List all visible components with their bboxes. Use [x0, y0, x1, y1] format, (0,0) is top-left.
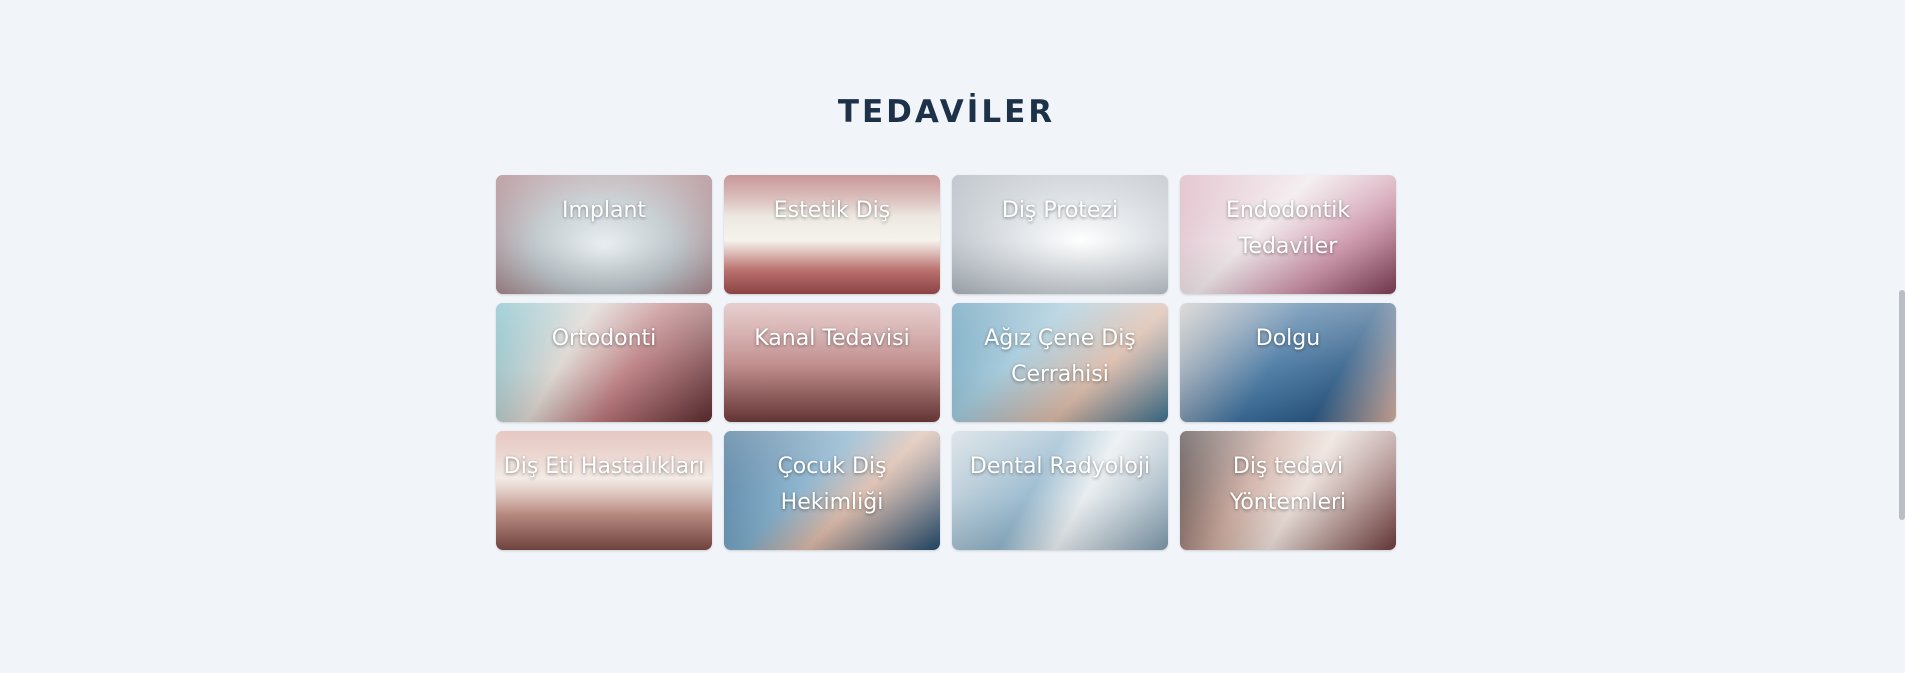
treatment-card-estetik-dis[interactable]: Estetik Diş: [724, 175, 940, 294]
treatment-label: Estetik Diş: [773, 198, 891, 223]
page: TEDAVİLER Implant Estetik Diş Diş Protez…: [0, 0, 1905, 673]
treatment-label: Diş tedavi Yöntemleri: [1229, 454, 1347, 515]
treatment-label: Ortodonti: [551, 326, 657, 351]
treatment-card-dis-tedavi-yontemleri[interactable]: Diş tedavi Yöntemleri: [1180, 431, 1396, 550]
treatment-label: Kanal Tedavisi: [754, 326, 910, 351]
treatment-card-kanal-tedavisi[interactable]: Kanal Tedavisi: [724, 303, 940, 422]
treatment-card-ortodonti[interactable]: Ortodonti: [496, 303, 712, 422]
treatment-card-agiz-cene-dis-cerrahisi[interactable]: Ağız Çene Diş Cerrahisi: [952, 303, 1168, 422]
treatment-label: Endodontik Tedaviler: [1225, 198, 1351, 259]
treatment-card-dental-radyoloji[interactable]: Dental Radyoloji: [952, 431, 1168, 550]
treatment-label: Diş Protezi: [1001, 198, 1119, 223]
treatment-card-endodontik-tedaviler[interactable]: Endodontik Tedaviler: [1180, 175, 1396, 294]
treatment-label: Ağız Çene Diş Cerrahisi: [984, 326, 1136, 387]
treatment-label: Çocuk Diş Hekimliği: [777, 454, 887, 515]
page-scrollbar[interactable]: [1899, 0, 1905, 673]
scrollbar-thumb[interactable]: [1899, 290, 1905, 520]
treatment-label: Dolgu: [1255, 326, 1321, 351]
treatments-grid: Implant Estetik Diş Diş Protezi Endodont…: [496, 175, 1396, 550]
treatment-card-dis-protezi[interactable]: Diş Protezi: [952, 175, 1168, 294]
treatment-card-cocuk-dis-hekimligi[interactable]: Çocuk Diş Hekimliği: [724, 431, 940, 550]
treatment-card-dolgu[interactable]: Dolgu: [1180, 303, 1396, 422]
treatment-card-implant[interactable]: Implant: [496, 175, 712, 294]
treatment-label: Diş Eti Hastalıkları: [503, 454, 705, 479]
section-title: TEDAVİLER: [837, 93, 1056, 130]
treatment-card-dis-eti-hastaliklari[interactable]: Diş Eti Hastalıkları: [496, 431, 712, 550]
treatment-label: Dental Radyoloji: [969, 454, 1151, 479]
treatment-label: Implant: [561, 198, 647, 223]
